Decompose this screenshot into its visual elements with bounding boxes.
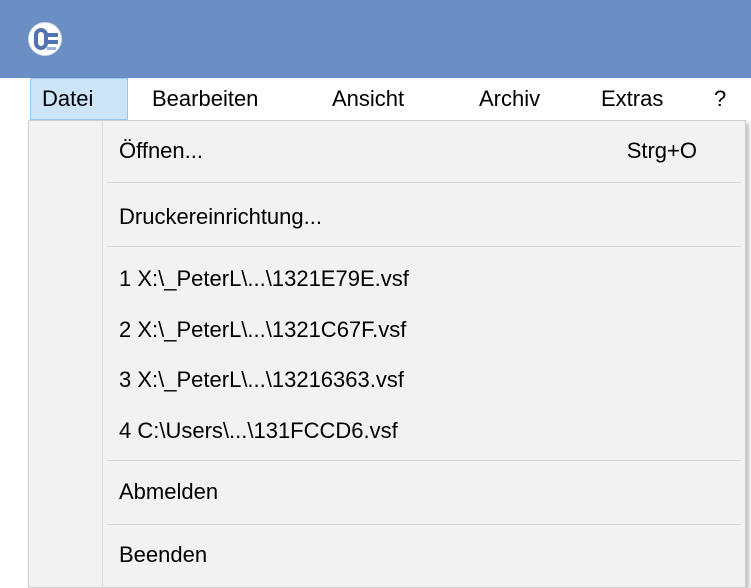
menu-item-recent-file-3[interactable]: 3 X:\_PeterL\...\13216363.vsf <box>119 367 404 393</box>
menu-separator <box>107 460 741 461</box>
menu-separator <box>107 246 741 247</box>
menu-item-exit[interactable]: Beenden <box>119 542 207 568</box>
menu-separator <box>107 524 741 525</box>
menu-ansicht[interactable]: Ansicht <box>332 78 404 120</box>
menu-separator <box>107 182 741 183</box>
menu-bearbeiten[interactable]: Bearbeiten <box>152 78 258 120</box>
menu-item-logout[interactable]: Abmelden <box>119 479 218 505</box>
app-logo-icon[interactable] <box>28 22 62 56</box>
open-shortcut: Strg+O <box>626 138 697 163</box>
menu-archiv[interactable]: Archiv <box>479 78 540 120</box>
icon-gutter-divider <box>102 121 103 587</box>
menu-help[interactable]: ? <box>714 78 726 120</box>
title-bar <box>0 0 751 78</box>
menu-item-recent-file-4[interactable]: 4 C:\Users\...\131FCCD6.vsf <box>119 418 398 444</box>
menu-extras[interactable]: Extras <box>601 78 663 120</box>
menu-bar: Datei Bearbeiten Ansicht Archiv Extras ? <box>0 78 751 120</box>
menu-item-open[interactable]: Öffnen... <box>119 138 203 164</box>
file-menu-dropdown: Öffnen... Strg+O Druckereinrichtung... 1… <box>28 120 746 588</box>
menu-datei[interactable]: Datei <box>30 78 128 120</box>
menu-item-recent-file-2[interactable]: 2 X:\_PeterL\...\1321C67F.vsf <box>119 317 406 343</box>
menu-item-recent-file-1[interactable]: 1 X:\_PeterL\...\1321E79E.vsf <box>119 266 409 292</box>
menu-item-printer-setup[interactable]: Druckereinrichtung... <box>119 204 322 230</box>
